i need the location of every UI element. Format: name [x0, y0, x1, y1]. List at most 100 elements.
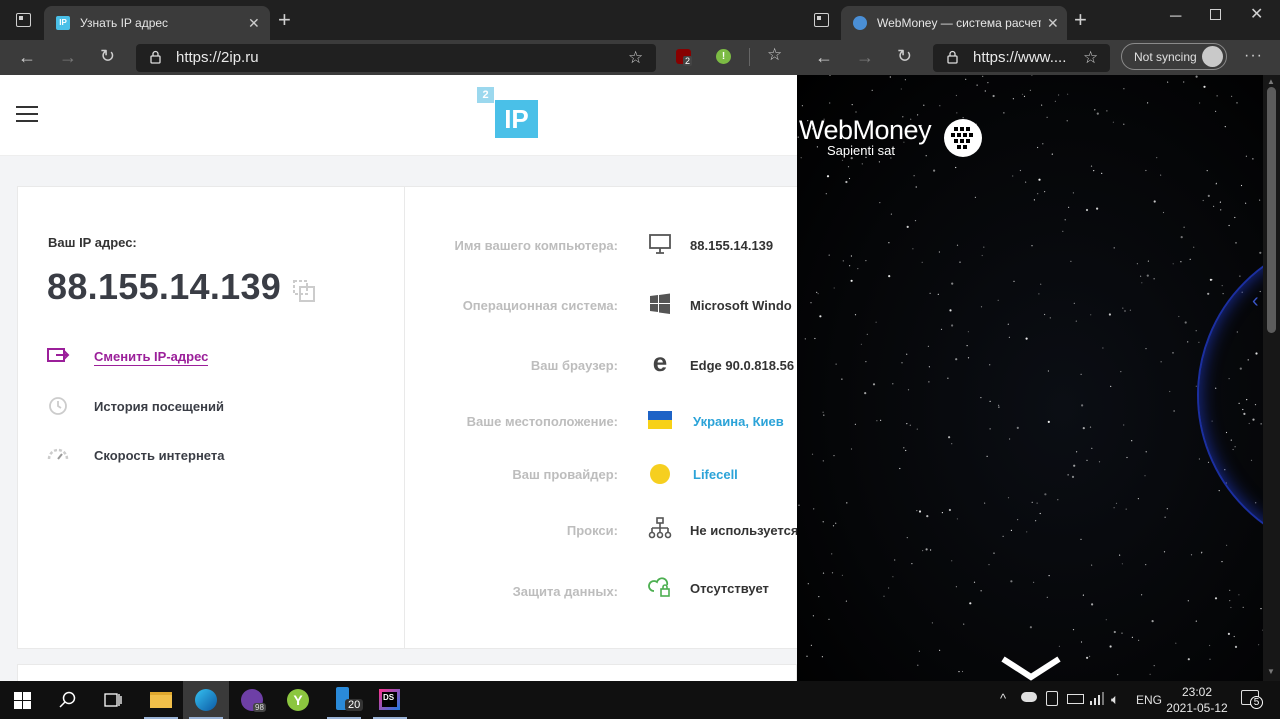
star	[906, 353, 908, 355]
star	[1221, 285, 1223, 287]
address-bar[interactable]: https://2ip.ru ☆	[136, 44, 656, 72]
battery-icon[interactable]	[1067, 694, 1084, 704]
provider-value[interactable]: Lifecell	[693, 467, 738, 482]
task-view-icon[interactable]	[104, 692, 122, 708]
star	[1007, 497, 1010, 499]
tab-actions-icon[interactable]	[814, 13, 829, 27]
star	[1113, 247, 1115, 249]
star	[1073, 464, 1076, 467]
scroll-thumb[interactable]	[1267, 87, 1276, 333]
star	[938, 251, 940, 253]
back-arrow-icon[interactable]: ←	[815, 47, 833, 67]
app-taskbar-button-3[interactable]: 20	[321, 681, 367, 719]
tab-webmoney[interactable]: WebMoney — система расчетов ✕	[841, 6, 1067, 40]
scrollbar[interactable]: ▲ ▼	[1263, 75, 1280, 681]
star	[1033, 581, 1035, 583]
star	[888, 242, 890, 244]
star	[1240, 184, 1243, 187]
2ip-logo[interactable]: 2 IP	[477, 87, 539, 139]
star	[1187, 658, 1190, 661]
star	[969, 602, 972, 605]
star	[1112, 121, 1114, 123]
star	[833, 455, 835, 457]
star	[1085, 208, 1089, 212]
new-tab-icon[interactable]: +	[1074, 9, 1087, 31]
add-favorite-icon[interactable]: ☆	[628, 48, 643, 68]
star	[1203, 85, 1206, 88]
star	[1131, 636, 1133, 638]
star	[929, 292, 931, 294]
star	[1029, 89, 1031, 91]
star	[1110, 385, 1112, 387]
volume-icon[interactable]: 🔈︎	[1111, 691, 1119, 708]
star	[1096, 207, 1099, 210]
copy-icon[interactable]	[292, 279, 316, 303]
star	[1013, 280, 1015, 282]
windows-start-icon[interactable]	[14, 692, 31, 709]
add-favorite-icon[interactable]: ☆	[1083, 48, 1098, 68]
star	[865, 361, 867, 363]
ip-value[interactable]: 88.155.14.139	[47, 266, 281, 308]
language-indicator[interactable]: ENG	[1136, 693, 1162, 707]
star	[1082, 427, 1085, 430]
address-bar[interactable]: https://www.... ☆	[933, 44, 1110, 72]
star	[903, 447, 905, 449]
left-titlebar: IP Узнать IP адрес ✕ +	[0, 0, 797, 40]
star	[933, 169, 936, 172]
star	[1199, 102, 1201, 104]
app-taskbar-button-2[interactable]: Y	[275, 681, 321, 719]
star	[916, 428, 918, 430]
ip-label: Ваш IP адрес:	[48, 235, 137, 250]
close-window-icon[interactable]: ✕	[1250, 6, 1263, 24]
notifications-icon[interactable]: 5	[1241, 690, 1263, 709]
reload-icon[interactable]: ↻	[897, 46, 912, 66]
maximize-icon[interactable]	[1210, 9, 1221, 20]
menu-icon[interactable]	[16, 106, 38, 123]
minimize-icon[interactable]: ─	[1170, 8, 1181, 26]
scroll-down-icon[interactable]: ▼	[1267, 667, 1275, 676]
star	[1072, 192, 1074, 194]
file-explorer-button[interactable]	[138, 681, 184, 719]
more-menu-icon[interactable]: ···	[1244, 47, 1263, 65]
reload-icon[interactable]: ↻	[100, 46, 115, 66]
star	[806, 655, 808, 657]
close-tab-icon[interactable]: ✕	[248, 15, 260, 32]
star	[923, 104, 925, 106]
location-value[interactable]: Украина, Киев	[693, 414, 784, 429]
close-tab-icon[interactable]: ✕	[1047, 15, 1059, 32]
star	[822, 572, 825, 574]
search-icon[interactable]	[59, 691, 77, 709]
star	[1033, 199, 1035, 201]
star	[948, 508, 951, 512]
tab-actions-icon[interactable]	[16, 13, 31, 27]
app-taskbar-button-1[interactable]: 98	[229, 681, 275, 719]
star	[845, 180, 848, 184]
profile-sync-button[interactable]: Not syncing	[1121, 43, 1227, 70]
scroll-up-icon[interactable]: ▲	[1267, 77, 1275, 86]
star	[892, 576, 894, 578]
clock[interactable]: 23:02 2021-05-12	[1162, 684, 1232, 716]
new-tab-icon[interactable]: +	[278, 9, 291, 31]
vpn-extension-icon[interactable]: !	[716, 49, 731, 64]
scroll-down-chevron-icon[interactable]	[1001, 655, 1061, 681]
star	[1126, 456, 1128, 459]
webmoney-logo[interactable]: WebMoney Sapienti sat	[799, 115, 982, 158]
star	[997, 299, 999, 301]
forward-arrow-icon[interactable]: →	[59, 47, 77, 67]
star	[1164, 516, 1166, 518]
cloud-icon[interactable]	[1021, 692, 1037, 702]
forward-arrow-icon[interactable]: →	[856, 47, 874, 67]
edge-taskbar-button[interactable]	[183, 681, 229, 719]
meet-now-icon[interactable]	[1046, 691, 1058, 706]
signal-icon[interactable]	[1090, 691, 1105, 708]
side-arrow-icon[interactable]: ‹	[1252, 290, 1259, 313]
tab-2ip[interactable]: IP Узнать IP адрес ✕	[44, 6, 270, 40]
favorites-icon[interactable]: ☆	[767, 45, 782, 65]
app-taskbar-button-4[interactable]: DS	[367, 681, 413, 719]
star	[1105, 619, 1107, 621]
star	[1187, 600, 1189, 602]
star	[1038, 293, 1040, 295]
ublock-extension-icon[interactable]: 2	[676, 49, 693, 66]
show-hidden-icons[interactable]: ^	[1000, 691, 1006, 706]
back-arrow-icon[interactable]: ←	[18, 47, 36, 67]
